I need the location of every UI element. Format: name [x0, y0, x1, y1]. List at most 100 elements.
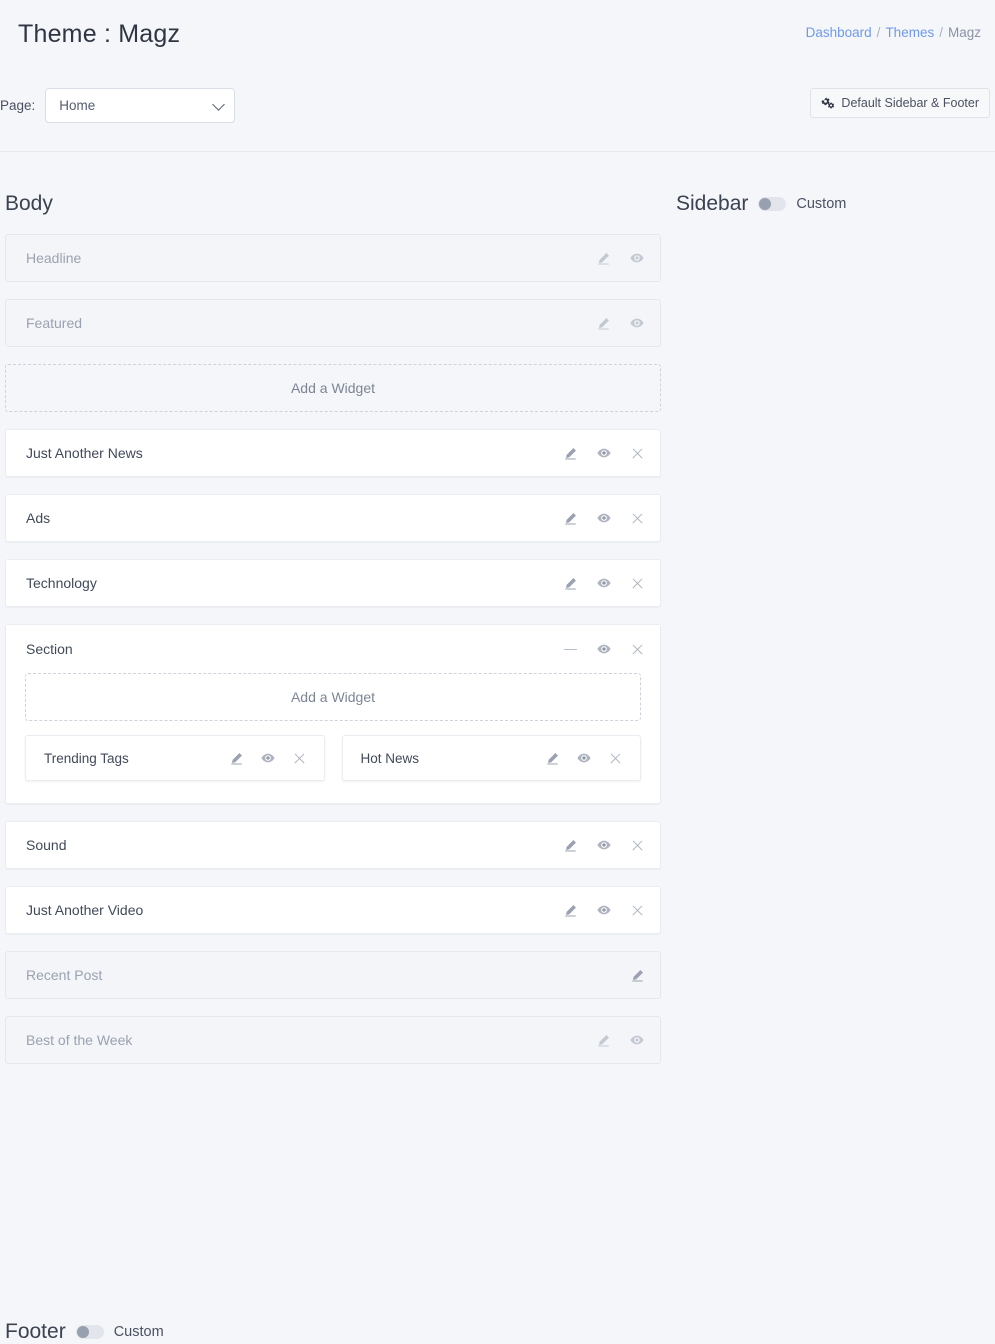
pencil-icon[interactable]	[564, 512, 577, 525]
pencil-icon[interactable]	[564, 447, 577, 460]
close-icon[interactable]	[293, 752, 306, 765]
section-children-row: Trending Tags Hot News	[25, 735, 641, 781]
toggle-knob	[77, 1326, 89, 1338]
sidebar-heading: Sidebar	[676, 192, 748, 216]
eye-icon[interactable]	[597, 446, 611, 460]
body-heading: Body	[5, 192, 53, 216]
breadcrumb-separator: /	[877, 25, 881, 40]
close-icon[interactable]	[631, 447, 644, 460]
footer-heading: Footer	[5, 1320, 66, 1344]
widget-title: Ads	[26, 510, 564, 526]
footer-heading-row: Footer Custom	[5, 1320, 164, 1344]
widget-title: Recent Post	[26, 967, 631, 983]
eye-icon[interactable]	[630, 316, 644, 330]
cogs-icon	[821, 96, 835, 110]
widget-row[interactable]: Just Another News	[5, 429, 661, 477]
eye-icon[interactable]	[597, 576, 611, 590]
pencil-icon[interactable]	[631, 969, 644, 982]
pencil-icon[interactable]	[597, 317, 610, 330]
widget-title: Hot News	[361, 751, 547, 766]
pencil-icon[interactable]	[546, 752, 559, 765]
pencil-icon[interactable]	[597, 1034, 610, 1047]
widget-row[interactable]: Recent Post	[5, 951, 661, 999]
eye-icon[interactable]	[597, 838, 611, 852]
section-title: Section	[26, 641, 564, 657]
toggle-knob	[759, 198, 771, 210]
default-sidebar-footer-button[interactable]: Default Sidebar & Footer	[810, 88, 990, 118]
chevron-down-icon	[212, 98, 225, 111]
widget-title: Trending Tags	[44, 751, 230, 766]
widget-title: Featured	[26, 315, 597, 331]
close-icon[interactable]	[609, 752, 622, 765]
footer-custom-label: Custom	[114, 1324, 164, 1340]
widget-title: Technology	[26, 575, 564, 591]
widget-row[interactable]: Best of the Week	[5, 1016, 661, 1064]
close-icon[interactable]	[631, 577, 644, 590]
body-column: Headline Featured Add a Widget Just Anot…	[5, 234, 661, 1081]
widget-title: Best of the Week	[26, 1032, 597, 1048]
page-select-label: Page:	[0, 98, 35, 113]
widget-title: Sound	[26, 837, 564, 853]
pencil-icon[interactable]	[564, 839, 577, 852]
page-select-value: Home	[59, 98, 95, 113]
widget-actions	[546, 751, 622, 765]
eye-icon[interactable]	[597, 511, 611, 525]
pencil-icon[interactable]	[597, 252, 610, 265]
breadcrumb-link-themes[interactable]: Themes	[885, 25, 934, 40]
eye-icon[interactable]	[261, 751, 275, 765]
widget-actions	[597, 316, 644, 330]
add-widget-button[interactable]: Add a Widget	[5, 364, 661, 412]
widget-row[interactable]: Featured	[5, 299, 661, 347]
breadcrumb: Dashboard/Themes/Magz	[806, 25, 981, 40]
close-icon[interactable]	[631, 839, 644, 852]
footer-custom-toggle[interactable]	[76, 1325, 104, 1339]
widget-row[interactable]: Headline	[5, 234, 661, 282]
widget-actions	[597, 1033, 644, 1047]
section-header-row[interactable]: Section	[6, 625, 660, 673]
breadcrumb-separator: /	[939, 25, 943, 40]
widget-row[interactable]: Hot News	[342, 735, 642, 781]
breadcrumb-link-dashboard[interactable]: Dashboard	[806, 25, 872, 40]
widget-actions	[564, 446, 644, 460]
page-header: Theme : Magz Dashboard/Themes/Magz Page:…	[0, 0, 995, 152]
widget-title: Headline	[26, 250, 597, 266]
pencil-icon[interactable]	[564, 577, 577, 590]
section-add-widget-button[interactable]: Add a Widget	[25, 673, 641, 721]
section-body: Add a Widget Trending Tags Hot News	[6, 673, 660, 803]
widget-title: Just Another Video	[26, 902, 564, 918]
sidebar-custom-toggle[interactable]	[758, 197, 786, 211]
close-icon[interactable]	[631, 904, 644, 917]
widget-actions	[564, 576, 644, 590]
close-icon[interactable]	[631, 643, 644, 656]
eye-icon[interactable]	[597, 903, 611, 917]
widget-row[interactable]: Technology	[5, 559, 661, 607]
widget-actions	[564, 903, 644, 917]
sidebar-column: Sidebar Custom	[676, 192, 986, 216]
section-container: Section Add a Widget Trending Tags	[5, 624, 661, 804]
widget-actions	[564, 511, 644, 525]
widget-row[interactable]: Just Another Video	[5, 886, 661, 934]
widget-actions	[564, 838, 644, 852]
pencil-icon[interactable]	[230, 752, 243, 765]
section-actions	[564, 642, 644, 656]
footer-block: Footer Custom	[5, 1320, 164, 1344]
widget-actions	[631, 969, 644, 982]
widget-actions	[597, 251, 644, 265]
page-select[interactable]: Home	[45, 88, 235, 123]
default-sidebar-footer-label: Default Sidebar & Footer	[841, 96, 979, 110]
sidebar-custom-label: Custom	[796, 196, 846, 212]
widget-title: Just Another News	[26, 445, 564, 461]
pencil-icon[interactable]	[564, 904, 577, 917]
widget-row[interactable]: Trending Tags	[25, 735, 325, 781]
close-icon[interactable]	[631, 512, 644, 525]
minus-icon[interactable]	[564, 643, 577, 656]
widget-row[interactable]: Ads	[5, 494, 661, 542]
widget-row[interactable]: Sound	[5, 821, 661, 869]
widget-actions	[230, 751, 306, 765]
eye-icon[interactable]	[577, 751, 591, 765]
eye-icon[interactable]	[630, 1033, 644, 1047]
sidebar-heading-row: Sidebar Custom	[676, 192, 986, 216]
page-title: Theme : Magz	[18, 20, 180, 49]
eye-icon[interactable]	[630, 251, 644, 265]
eye-icon[interactable]	[597, 642, 611, 656]
